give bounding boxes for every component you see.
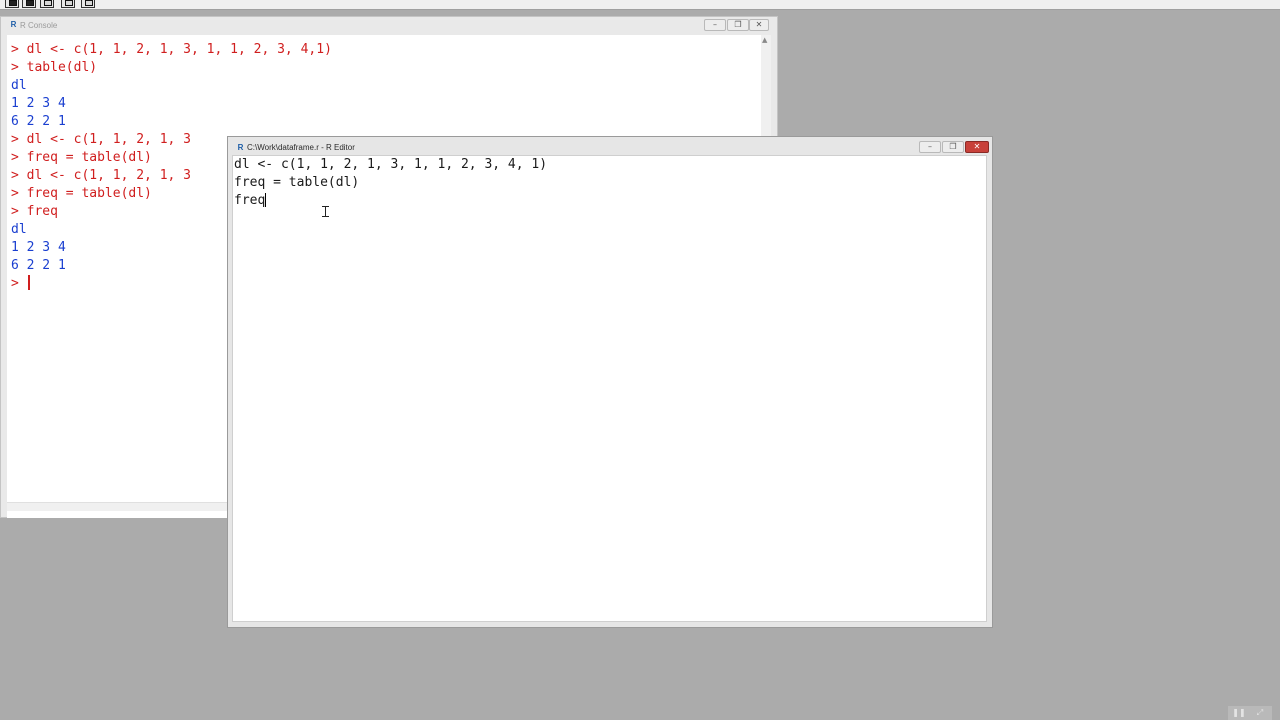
console-minimize-button[interactable]: – (704, 19, 726, 31)
console-line: 6 2 2 1 (11, 114, 66, 129)
console-maximize-button[interactable]: ❐ (727, 19, 749, 31)
r-logo-icon: R (237, 143, 244, 152)
editor-titlebar[interactable]: R C:\Work\dataframe.r - R Editor – ❐ ✕ (228, 137, 992, 155)
editor-lines: dl <- c(1, 1, 2, 1, 3, 1, 1, 2, 3, 4, 1)… (234, 156, 547, 210)
r-editor-window[interactable]: R C:\Work\dataframe.r - R Editor – ❐ ✕ d… (227, 136, 993, 628)
editor-line: freq (234, 193, 266, 208)
open-script-icon[interactable] (5, 0, 19, 8)
console-text-caret (27, 275, 30, 290)
ibeam-cursor-icon (322, 206, 329, 217)
editor-minimize-button[interactable]: – (919, 141, 941, 153)
console-titlebar[interactable]: R R Console – ❐ ✕ (1, 17, 777, 33)
console-line: > table(dl) (11, 60, 98, 75)
editor-text-caret (265, 193, 267, 207)
console-close-button[interactable]: ✕ (749, 19, 769, 31)
editor-line-current: freq (234, 192, 547, 210)
load-workspace-icon[interactable] (22, 0, 36, 8)
fullscreen-icon[interactable]: ⤢ (1251, 708, 1269, 718)
pause-icon[interactable]: ❚❚ (1230, 708, 1248, 718)
editor-title: C:\Work\dataframe.r - R Editor (247, 143, 355, 152)
console-prompt: > (11, 276, 27, 291)
save-workspace-icon[interactable] (40, 0, 54, 8)
console-title: R Console (20, 21, 58, 30)
editor-line: freq = table(dl) (234, 175, 360, 190)
editor-line: dl <- c(1, 1, 2, 1, 3, 1, 1, 2, 3, 4, 1) (234, 157, 548, 172)
scroll-up-arrow-icon[interactable]: ▲ (762, 36, 767, 44)
editor-maximize-button[interactable]: ❐ (942, 141, 964, 153)
copy-icon[interactable] (61, 0, 75, 8)
console-line: > dl <- c(1, 1, 2, 1, 3, 1, 1, 2, 3, 4,1… (11, 42, 332, 57)
editor-text-area[interactable]: dl <- c(1, 1, 2, 1, 3, 1, 1, 2, 3, 4, 1)… (232, 155, 987, 622)
print-icon[interactable] (81, 0, 95, 8)
editor-close-button[interactable]: ✕ (965, 141, 989, 153)
console-line: dl (11, 78, 27, 93)
video-overlay-controls: ❚❚ ⤢ (1228, 706, 1272, 720)
r-logo-icon: R (10, 20, 17, 29)
rgui-toolbar (0, 0, 1280, 10)
console-line: 1 2 3 4 (11, 96, 66, 111)
